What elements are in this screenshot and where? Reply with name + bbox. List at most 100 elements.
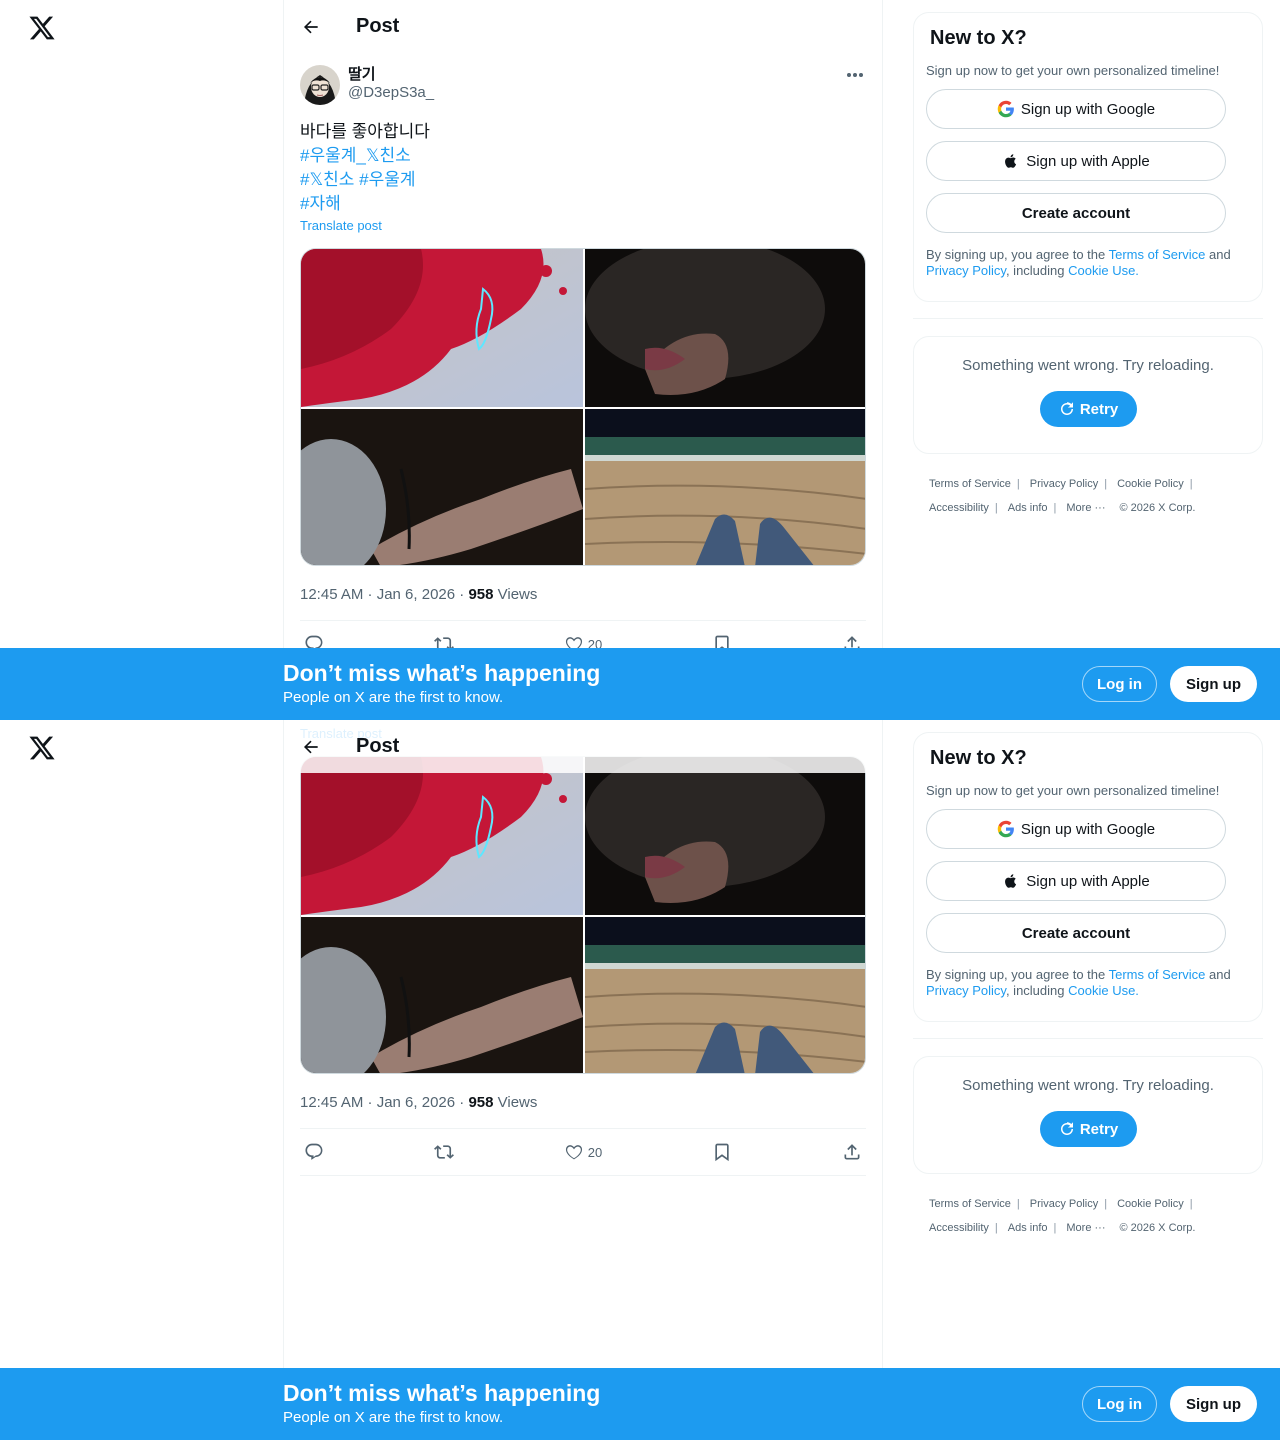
footer-privacy-link[interactable]: Privacy Policy <box>1030 1192 1098 1216</box>
hashtag-link[interactable]: #우울계_𝕏친소 <box>300 146 411 165</box>
login-button[interactable]: Log in <box>1082 1386 1157 1422</box>
more-icon[interactable] <box>844 68 866 82</box>
cookie-use-link[interactable]: Cookie Use. <box>1068 263 1139 278</box>
terms-text: By signing up, you agree to the <box>926 967 1109 982</box>
share-button[interactable] <box>842 1142 862 1162</box>
signup-apple-button[interactable]: Sign up with Apple <box>926 861 1226 901</box>
footer-separator: | <box>1053 502 1057 514</box>
hashtag-link[interactable]: #자해 <box>300 194 341 213</box>
signup-card: New to X? Sign up now to get your own pe… <box>913 12 1263 302</box>
create-account-button[interactable]: Create account <box>926 913 1226 953</box>
footer-cookie-link[interactable]: Cookie Policy <box>1117 1192 1184 1216</box>
post-timestamp[interactable]: 12:45 AM · Jan 6, 2026 · <box>300 1094 468 1111</box>
footer-privacy-link[interactable]: Privacy Policy <box>1030 472 1098 496</box>
retry-label: Retry <box>1079 1120 1119 1138</box>
signup-apple-label: Sign up with Apple <box>1026 872 1150 890</box>
bookmark-button[interactable] <box>712 1142 732 1162</box>
refresh-icon <box>1060 1122 1073 1135</box>
footer-tos-link[interactable]: Terms of Service <box>929 472 1011 496</box>
login-button[interactable]: Log in <box>1082 666 1157 702</box>
views-label: Views <box>493 1094 538 1111</box>
translate-post-link[interactable]: Translate post <box>300 218 866 236</box>
like-count: 20 <box>587 1144 603 1160</box>
reply-button[interactable] <box>304 1142 324 1162</box>
media-image-3[interactable] <box>301 409 583 565</box>
terms-text: and <box>1205 967 1231 982</box>
footer-separator: | <box>1104 1198 1108 1210</box>
signup-button[interactable]: Sign up <box>1170 1386 1257 1422</box>
signup-google-button[interactable]: Sign up with Google <box>926 89 1226 129</box>
error-message: Something went wrong. Try reloading. <box>962 1077 1214 1094</box>
page-title: Post <box>356 735 400 757</box>
footer-separator: | <box>1016 478 1020 490</box>
footer-separator: | <box>1189 1198 1193 1210</box>
apple-icon <box>1005 154 1017 168</box>
sidebar-divider <box>913 318 1263 319</box>
error-card: Something went wrong. Try reloading. Ret… <box>913 1056 1263 1174</box>
footer-separator: | <box>994 1222 998 1234</box>
signup-apple-button[interactable]: Sign up with Apple <box>926 141 1226 181</box>
footer-cookie-link[interactable]: Cookie Policy <box>1117 472 1184 496</box>
signup-title: New to X? <box>930 27 1027 49</box>
page-header: Post <box>284 0 882 53</box>
media-image-2[interactable] <box>585 249 865 407</box>
media-image-1[interactable] <box>301 249 583 407</box>
primary-column: Post 딸기 @D3epS3a_ 바다를 좋아합니다 #우울계_𝕏친소 #𝕏친… <box>283 0 883 720</box>
create-account-label: Create account <box>1021 924 1131 942</box>
media-image-4[interactable] <box>585 917 865 1073</box>
reply-icon <box>305 1143 323 1160</box>
post-timestamp[interactable]: 12:45 AM · Jan 6, 2026 · <box>300 586 468 603</box>
terms-text: By signing up, you agree to the <box>926 247 1109 262</box>
views-count: 958 <box>468 1094 494 1111</box>
terms-text: , including <box>1005 263 1069 278</box>
terms-of-service-link[interactable]: Terms of Service <box>1109 967 1206 982</box>
footer-accessibility-link[interactable]: Accessibility <box>929 1216 989 1240</box>
like-button[interactable]: 20 <box>564 1142 602 1162</box>
cookie-use-link[interactable]: Cookie Use. <box>1068 983 1139 998</box>
hashtag-link[interactable]: #𝕏친소 <box>300 170 354 189</box>
signup-button[interactable]: Sign up <box>1170 666 1257 702</box>
screenshot-frame-top: Post 딸기 @D3epS3a_ 바다를 좋아합니다 #우울계_𝕏친소 #𝕏친… <box>0 0 1280 720</box>
signup-google-label: Sign up with Google <box>1020 100 1156 118</box>
display-name[interactable]: 딸기 <box>348 66 434 84</box>
google-icon <box>997 100 1014 118</box>
post-article: 딸기 @D3epS3a_ 바다를 좋아합니다 #우울계_𝕏친소 #𝕏친소 #우울… <box>300 64 866 668</box>
footer-ads-link[interactable]: Ads info <box>1008 496 1048 520</box>
privacy-policy-link[interactable]: Privacy Policy <box>926 983 1006 998</box>
footer-tos-link[interactable]: Terms of Service <box>929 1192 1011 1216</box>
footer-accessibility-link[interactable]: Accessibility <box>929 496 989 520</box>
retry-button[interactable]: Retry <box>1039 391 1137 427</box>
terms-of-service-link[interactable]: Terms of Service <box>1109 247 1206 262</box>
media-image-3[interactable] <box>301 917 583 1073</box>
create-account-button[interactable]: Create account <box>926 193 1226 233</box>
hashtag-link[interactable]: #우울계 <box>359 170 415 189</box>
media-image-2[interactable] <box>585 757 865 915</box>
media-image-4[interactable] <box>585 409 865 565</box>
sidebar-divider <box>913 1038 1263 1039</box>
x-logo-icon[interactable] <box>28 14 56 42</box>
signup-google-button[interactable]: Sign up with Google <box>926 809 1226 849</box>
views-count: 958 <box>468 586 494 603</box>
footer-separator: | <box>1104 478 1108 490</box>
privacy-policy-link[interactable]: Privacy Policy <box>926 263 1006 278</box>
footer-more-link[interactable]: More ··· <box>1066 1216 1105 1240</box>
like-icon <box>565 1145 582 1160</box>
login-banner: Don’t miss what’s happening People on X … <box>0 1368 1280 1440</box>
back-button[interactable] <box>298 734 324 760</box>
repost-button[interactable] <box>433 1142 454 1162</box>
post-text: 바다를 좋아합니다 #우울계_𝕏친소 #𝕏친소 #우울계 #자해 <box>300 120 866 216</box>
footer-separator: | <box>994 502 998 514</box>
terms-text: and <box>1205 247 1231 262</box>
retry-label: Retry <box>1079 400 1119 418</box>
signup-terms: By signing up, you agree to the Terms of… <box>926 247 1246 279</box>
retry-button[interactable]: Retry <box>1039 1111 1137 1147</box>
back-arrow-icon <box>303 740 318 753</box>
back-button[interactable] <box>298 14 324 40</box>
user-handle[interactable]: @D3epS3a_ <box>348 84 434 102</box>
media-image-1[interactable] <box>301 757 583 915</box>
post-text-line: 바다를 좋아합니다 <box>300 122 430 141</box>
footer-more-link[interactable]: More ··· <box>1066 496 1105 520</box>
x-logo-icon[interactable] <box>28 734 56 762</box>
footer-ads-link[interactable]: Ads info <box>1008 1216 1048 1240</box>
avatar[interactable] <box>300 65 340 105</box>
